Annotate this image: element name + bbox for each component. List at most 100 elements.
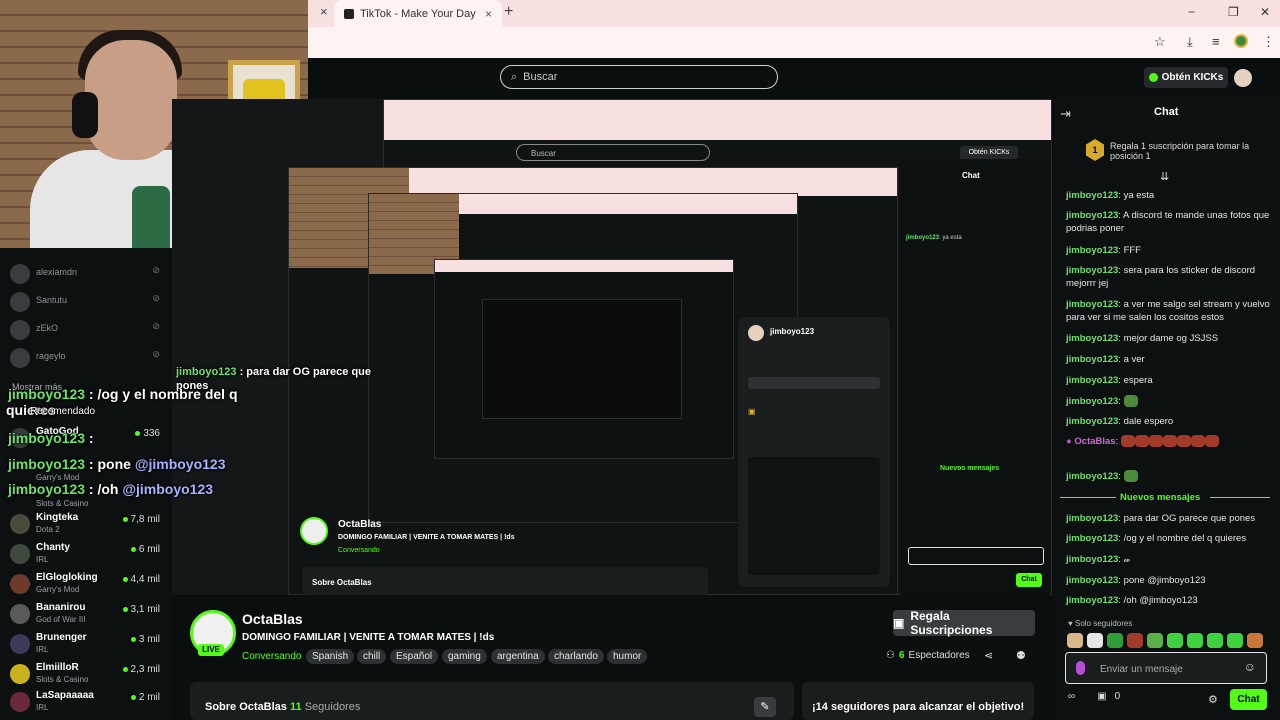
emote-icon (1190, 435, 1205, 448)
chat-username[interactable]: jimboyo123 (1066, 299, 1118, 310)
emoji-picker-icon[interactable]: ☺ (1244, 660, 1256, 674)
chat-username[interactable]: jimboyo123 (1066, 245, 1118, 256)
sidebar-live-channel[interactable]: Chanty IRL 6 mil (10, 540, 166, 570)
kicks-infinity-icon[interactable]: ∞ (1068, 691, 1075, 702)
edit-about-button[interactable]: ✎ (754, 697, 776, 717)
window-close-icon[interactable]: ✕ (1260, 5, 1270, 19)
sidebar-live-channel[interactable]: LaSapaaaaa IRL 2 mil (10, 688, 166, 718)
tab-close-icon[interactable]: × (485, 7, 492, 21)
tag-gaming[interactable]: gaming (442, 649, 487, 664)
sidebar-offline-channel[interactable]: alexiamdn ⊘ (10, 260, 166, 290)
share-icon[interactable]: ⋖ (984, 649, 993, 662)
chat-username[interactable]: jimboyo123 (1066, 375, 1118, 386)
browser-profile-icon[interactable] (1234, 34, 1248, 48)
collapse-chat-icon[interactable]: ⇥ (1060, 106, 1071, 122)
nested-about-title: Sobre OctaBlas (312, 578, 372, 587)
emote-icon[interactable] (1167, 633, 1183, 648)
chat-username[interactable]: jimboyo123 (1066, 554, 1118, 565)
chat-username[interactable]: jimboyo123 (1066, 190, 1118, 201)
sidebar-live-channel[interactable]: Bananirou God of War III 3,1 mil (10, 600, 166, 630)
followers-label: Seguidores (304, 701, 361, 713)
chat-message: jimboyo123: a ver (1066, 354, 1145, 365)
chat-settings-icon[interactable]: ⚙ (1208, 693, 1218, 706)
nested-msg-text: ya esta (942, 235, 962, 241)
emote-icon[interactable] (1127, 633, 1143, 648)
chat-username[interactable]: jimboyo123 (1066, 471, 1118, 482)
chat-username[interactable]: OctaBlas (1074, 436, 1115, 447)
close-tab-icon[interactable]: × (320, 4, 328, 19)
tag-spanish[interactable]: Spanish (306, 649, 355, 664)
chat-text: para dar OG parece que pones (1123, 513, 1256, 524)
chat-username[interactable]: jimboyo123 (1066, 333, 1118, 344)
emote-icon[interactable] (1227, 633, 1243, 648)
chat-username[interactable]: jimboyo123 (1066, 533, 1118, 544)
emote-icon[interactable] (1187, 633, 1203, 648)
avatar (10, 292, 30, 312)
live-dot (122, 666, 128, 672)
gift-subscriptions-button[interactable]: ▣ Regala Suscripciones (893, 609, 1035, 637)
tag-argentina[interactable]: argentina (491, 649, 545, 664)
gift-sub-banner[interactable]: 1 Regala 1 suscripción para tomar la pos… (1086, 139, 1266, 161)
tag-chill[interactable]: chill (357, 649, 387, 664)
gift-icon[interactable]: ▣ (1097, 691, 1106, 702)
emote-icon[interactable] (1107, 633, 1123, 648)
chat-send-button[interactable]: Chat (1230, 689, 1267, 710)
sidebar-offline-channel[interactable]: Santutu ⊘ (10, 288, 166, 318)
sidebar-live-channel[interactable]: Kingteka Dota 2 7,8 mil (10, 510, 166, 540)
chat-message: jimboyo123: espera (1066, 375, 1153, 386)
sidebar-live-channel[interactable]: ElmiilloR Slots & Casino 2,3 mil (10, 660, 166, 690)
overlay-message: : /og y el nombre del q (85, 386, 238, 402)
chat-username[interactable]: jimboyo123 (1066, 513, 1118, 524)
tag-humor[interactable]: humor (607, 649, 648, 664)
chat-username[interactable]: jimboyo123 (1066, 354, 1118, 365)
channel-name[interactable]: OctaBlas (242, 611, 303, 627)
chat-input-box[interactable]: ☺ (1065, 652, 1267, 684)
sidebar-offline-channel[interactable]: zEkO ⊘ (10, 316, 166, 346)
stream-category[interactable]: Conversando (242, 651, 301, 662)
tag-charlando[interactable]: charlando (548, 649, 604, 664)
chat-username[interactable]: jimboyo123 (1066, 575, 1118, 586)
avatar (10, 544, 30, 564)
maximize-icon[interactable]: ❐ (1228, 5, 1239, 19)
emote-icon[interactable] (1147, 633, 1163, 648)
chat-username[interactable]: jimboyo123 (1066, 396, 1118, 407)
download-icon[interactable]: ⤓ (1187, 34, 1193, 50)
new-messages-divider: Nuevos mensajes (1060, 492, 1270, 504)
thermos (132, 186, 170, 248)
sidebar-live-channel[interactable]: ElGlogloking Garry's Mod 4,4 mil (10, 570, 166, 600)
nested-kicks-button: Obtén KICKs (960, 146, 1018, 160)
user-avatar[interactable] (1234, 69, 1252, 87)
search-bar[interactable]: ⌕ Buscar (500, 65, 778, 89)
bookmark-star-icon[interactable]: ☆ (1154, 34, 1166, 50)
chat-message: jimboyo123: /og y el nombre del q quiere… (1066, 533, 1247, 544)
chat-username[interactable]: jimboyo123 (1066, 210, 1118, 221)
media-control-icon[interactable]: ≡ (1212, 34, 1220, 49)
emote-icon[interactable] (1087, 633, 1103, 648)
chat-username[interactable]: jimboyo123 (1066, 416, 1118, 427)
new-tab-button[interactable]: + (504, 3, 513, 21)
chat-username[interactable]: jimboyo123 (1066, 265, 1118, 276)
microphone-icon[interactable] (1076, 661, 1085, 675)
divider-line (1060, 497, 1116, 498)
viewer-count-value: 6 mil (138, 544, 160, 555)
sidebar-live-channel[interactable]: Brunenger IRL 3 mil (10, 630, 166, 660)
emote-icon[interactable] (1207, 633, 1223, 648)
chat-username[interactable]: jimboyo123 (1066, 595, 1118, 606)
emote-icon[interactable] (1067, 633, 1083, 648)
get-kicks-button[interactable]: Obtén KICKs (1144, 67, 1228, 88)
avatar (10, 604, 30, 624)
channel-category: Slots & Casino (36, 675, 89, 684)
tag-espanol[interactable]: Español (390, 649, 439, 664)
chat-input[interactable] (1098, 659, 1242, 679)
browser-tab[interactable]: TikTok - Make Your Day × (334, 0, 502, 27)
menu-dots-icon[interactable]: ⋮ (1262, 34, 1275, 50)
minimize-icon[interactable]: − (1188, 5, 1195, 19)
follow-user-icon[interactable]: ⚉ (1016, 649, 1026, 662)
emote-icon[interactable] (1247, 633, 1263, 648)
avatar (10, 348, 30, 368)
sidebar-offline-channel[interactable]: rageylo ⊘ (10, 344, 166, 374)
viewer-count: 7,8 mil (122, 514, 160, 525)
pinned-icon[interactable]: ⇊ (1160, 170, 1169, 183)
live-dot (122, 516, 128, 522)
viewer-count: 336 (135, 428, 160, 439)
